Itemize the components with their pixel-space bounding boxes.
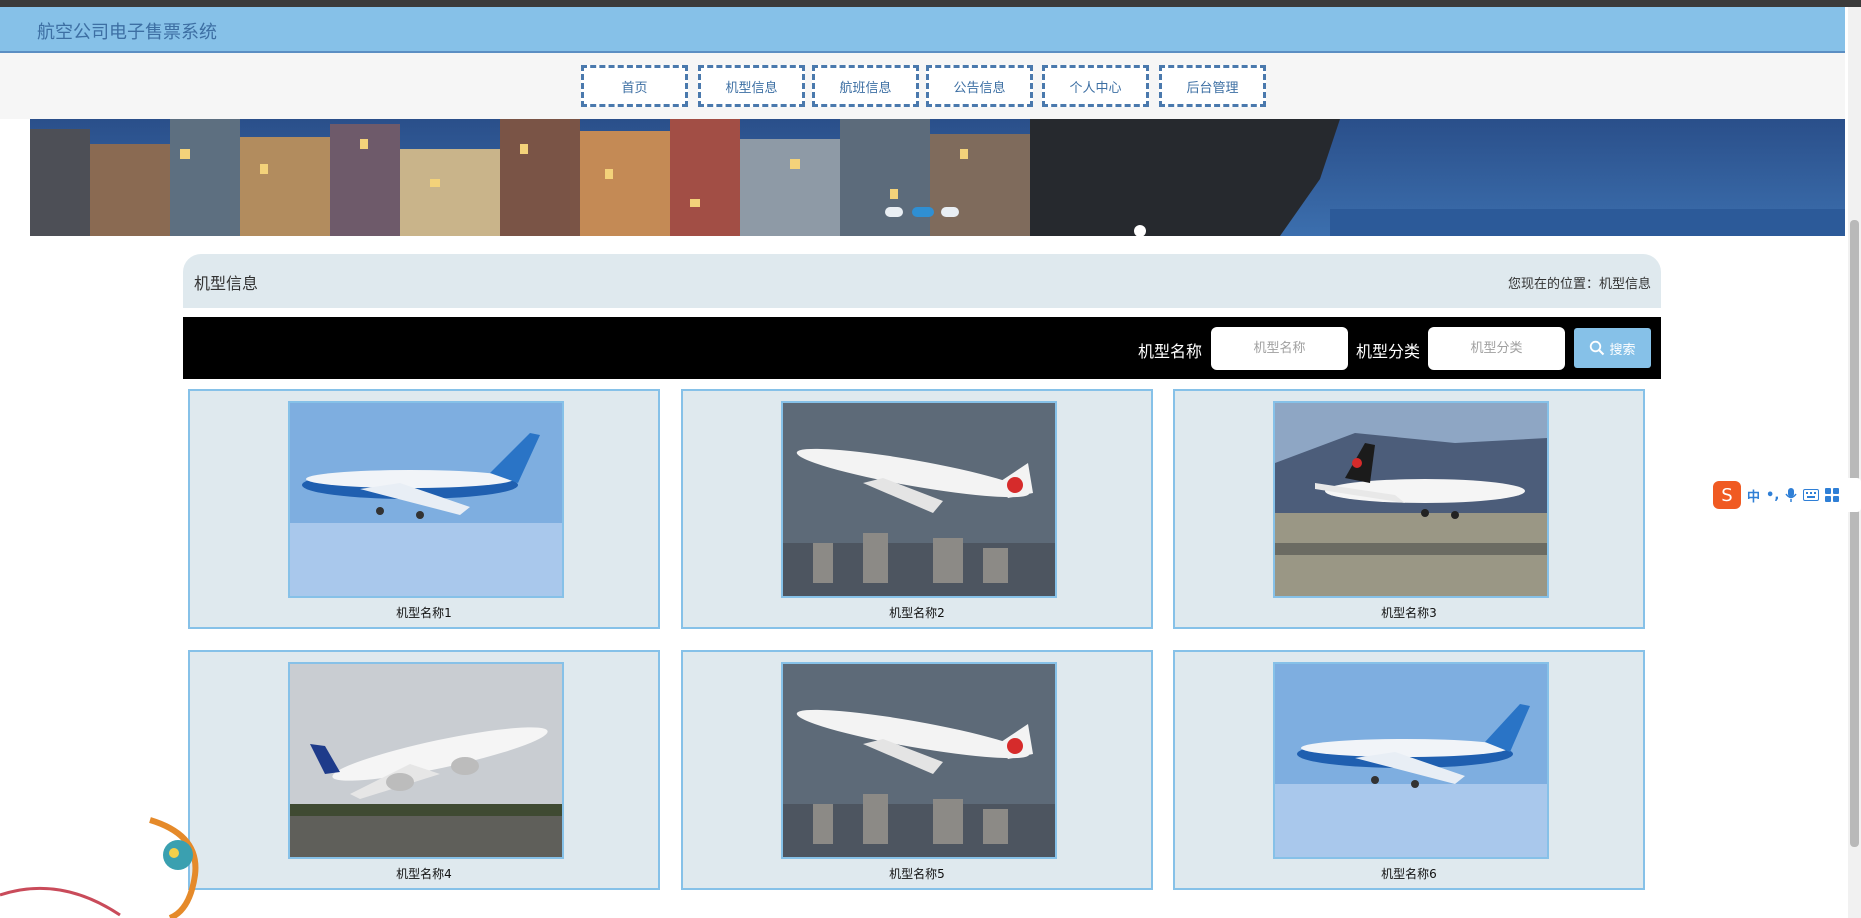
- decorative-mascot-icon: [0, 817, 199, 918]
- ime-punctuation-label[interactable]: •,: [1766, 488, 1779, 503]
- aircraft-name: 机型名称4: [396, 867, 452, 881]
- aircraft-name: 机型名称3: [1381, 606, 1437, 620]
- search-bar: 机型名称 机型分类 搜索: [183, 317, 1661, 379]
- nav-item-personal-center[interactable]: 个人中心: [1042, 65, 1149, 107]
- aircraft-card[interactable]: 机型名称5: [681, 650, 1153, 890]
- aircraft-card[interactable]: 机型名称2: [681, 389, 1153, 629]
- search-button-label: 搜索: [1609, 342, 1636, 358]
- page-title: 机型信息: [194, 274, 259, 293]
- ime-mode-label[interactable]: 中: [1747, 486, 1760, 505]
- scrollbar-thumb[interactable]: [1850, 220, 1859, 847]
- site-header: 航空公司电子售票系统: [0, 7, 1845, 53]
- main-nav: 首页 机型信息 航班信息 公告信息 个人中心 后台管理: [0, 53, 1845, 119]
- aircraft-name: 机型名称2: [889, 606, 945, 620]
- aircraft-image[interactable]: [781, 401, 1057, 598]
- aircraft-card[interactable]: 机型名称3: [1173, 389, 1645, 629]
- aircraft-name: 机型名称5: [889, 867, 945, 881]
- carousel-dot-2[interactable]: [912, 207, 934, 217]
- aircraft-category-input[interactable]: [1428, 327, 1565, 370]
- sogou-logo-icon: S: [1713, 481, 1741, 509]
- aircraft-card[interactable]: 机型名称6: [1173, 650, 1645, 890]
- aircraft-image[interactable]: [288, 662, 564, 859]
- breadcrumb: 您现在的位置：机型信息: [1507, 277, 1651, 292]
- window-top-edge: [0, 0, 1861, 7]
- aircraft-name-input[interactable]: [1211, 327, 1348, 370]
- aircraft-category-label: 机型分类: [1356, 342, 1421, 361]
- air-canada-787-icon: [1275, 403, 1547, 596]
- app-title: 航空公司电子售票系统: [37, 22, 217, 43]
- aircraft-name: 机型名称1: [396, 606, 452, 620]
- air-china-747-icon: [783, 403, 1055, 596]
- air-france-777-icon: [290, 664, 562, 857]
- carousel-indicators: [885, 205, 965, 219]
- aircraft-name-label: 机型名称: [1138, 342, 1203, 361]
- nav-item-admin[interactable]: 后台管理: [1159, 65, 1266, 107]
- carousel-dot-1[interactable]: [885, 207, 903, 217]
- blue-boeing-747-icon: [290, 403, 562, 596]
- aircraft-image[interactable]: [288, 401, 564, 598]
- blue-boeing-747-icon: [1275, 664, 1547, 857]
- search-icon: [1590, 340, 1605, 356]
- nav-item-home[interactable]: 首页: [581, 65, 688, 107]
- aircraft-name: 机型名称6: [1381, 867, 1437, 881]
- aircraft-image[interactable]: [1273, 401, 1549, 598]
- aircraft-card[interactable]: 机型名称4: [188, 650, 660, 890]
- nav-item-flight-info[interactable]: 航班信息: [812, 65, 919, 107]
- keyboard-icon[interactable]: [1803, 489, 1820, 501]
- nav-item-notice-info[interactable]: 公告信息: [926, 65, 1033, 107]
- air-china-747-icon: [783, 664, 1055, 857]
- apps-grid-icon[interactable]: [1825, 488, 1840, 502]
- ime-toolbar[interactable]: S 中 •,: [1711, 478, 1861, 512]
- carousel-dot-3[interactable]: [941, 207, 959, 217]
- aircraft-image[interactable]: [1273, 662, 1549, 859]
- aircraft-image[interactable]: [781, 662, 1057, 859]
- search-button[interactable]: 搜索: [1574, 328, 1651, 368]
- page-scrollbar[interactable]: [1848, 7, 1861, 918]
- section-header: 机型信息 您现在的位置：机型信息: [183, 254, 1661, 308]
- nav-item-aircraft-info[interactable]: 机型信息: [698, 65, 805, 107]
- aircraft-card[interactable]: 机型名称1: [188, 389, 660, 629]
- microphone-icon[interactable]: [1785, 487, 1797, 503]
